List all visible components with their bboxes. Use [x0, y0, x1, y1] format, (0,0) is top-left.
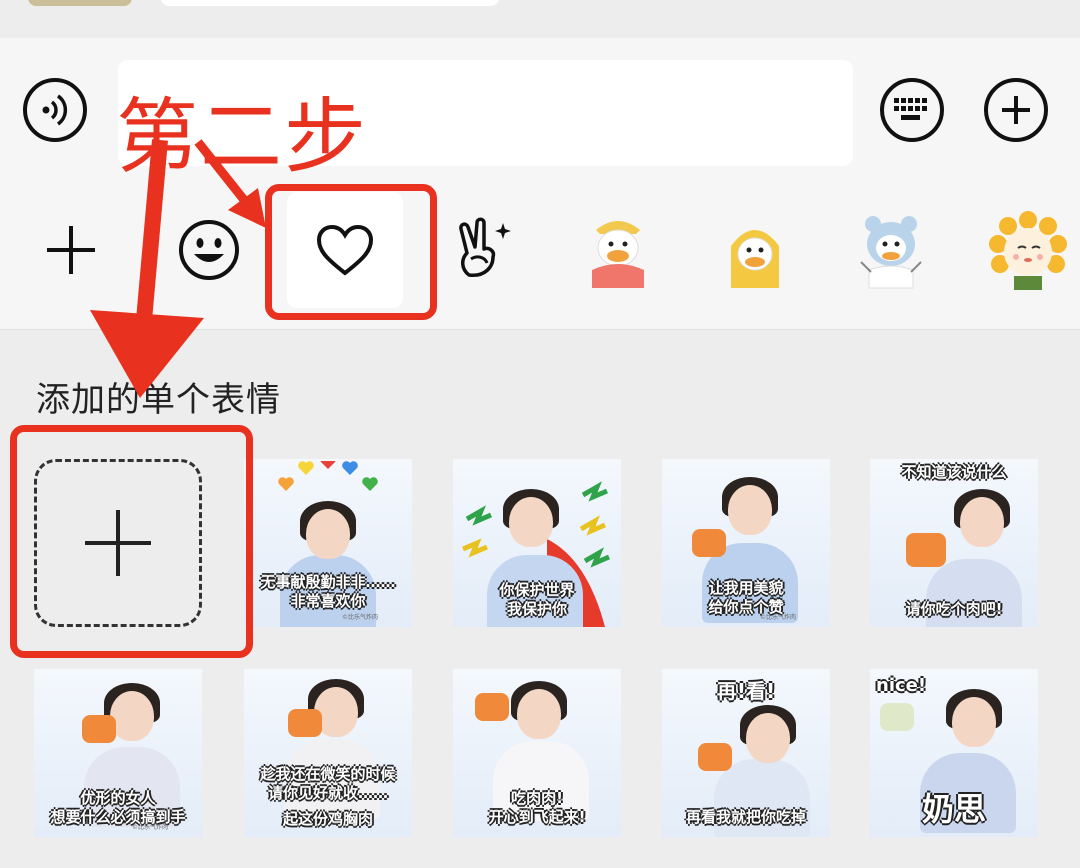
keyboard-icon [894, 98, 927, 120]
hearts-decoration [278, 461, 378, 491]
voice-button[interactable] [23, 78, 87, 142]
sticker-caption: 你保护世界 我保护你 [499, 581, 575, 618]
sticker-watermark: ©比乐气炸肉 [341, 614, 378, 621]
message-bubble[interactable] [160, 0, 500, 6]
plus-icon [47, 226, 95, 274]
tab-duck-pack-2[interactable] [697, 192, 813, 308]
chat-area-edge [0, 0, 1080, 39]
sticker-caption: 优形的女人 想要什么必须搞到手 [50, 789, 186, 826]
tab-emoji[interactable] [151, 192, 267, 308]
sticker-item[interactable]: 趁我还在微笑的时候 请你见好就收…… 起这份鸡胸肉 [244, 669, 412, 837]
victory-hand-icon [459, 217, 511, 277]
sticker-watermark: ©比乐气炸肉 [759, 614, 796, 621]
sticker-caption-bottom: 奶思 [921, 790, 986, 828]
image-message-thumbnail[interactable] [28, 0, 132, 6]
tab-gestures[interactable] [424, 192, 540, 308]
smiley-icon [179, 220, 239, 280]
voice-wave-icon [42, 94, 68, 126]
sticker-item[interactable]: 让我用美貌 给你点个赞 ©比乐气炸肉 [662, 459, 830, 627]
sticker-item[interactable]: 吃肉肉! 开心到飞起来! [453, 669, 621, 837]
section-title: 添加的单个表情 [36, 380, 281, 420]
duck-red-sticker-icon [592, 221, 644, 288]
sticker-caption: nice! [876, 675, 927, 696]
sunflower-sticker-icon [989, 211, 1067, 290]
tab-duck-pack-1[interactable] [560, 192, 676, 308]
sticker-item[interactable]: 优形的女人 想要什么必须搞到手 ©比乐气炸肉 [34, 669, 202, 837]
sticker-caption: 让我用美貌 给你点个赞 [708, 579, 784, 616]
duck-yellow-sticker-icon [731, 230, 779, 288]
annotation-highlight-favorites [265, 184, 437, 320]
sticker-item[interactable]: 再!看! 再看我就把你吃掉 [662, 669, 830, 837]
sticker-watermark: ©比乐气炸肉 [131, 824, 168, 831]
sticker-caption-bottom: 起这份鸡胸肉 [282, 810, 373, 828]
tab-sun-pack[interactable] [970, 192, 1080, 308]
annotation-label: 第二步 [116, 90, 369, 185]
sticker-item[interactable]: nice! 奶思 [870, 669, 1038, 837]
sticker-caption: 不知道该说什么 [901, 463, 1007, 481]
annotation-highlight-add [10, 425, 253, 658]
sticker-caption-bottom: 请你吃个肉吧! [905, 600, 1003, 618]
sticker-caption-bottom: 再看我就把你吃掉 [685, 808, 806, 826]
tab-add-sticker[interactable] [13, 192, 129, 308]
sticker-item[interactable]: 不知道该说什么 请你吃个肉吧! [870, 459, 1038, 627]
keyboard-button[interactable] [880, 78, 944, 142]
duck-hoodie-sticker-icon [860, 216, 922, 289]
sticker-caption: 再!看! [716, 679, 776, 703]
tab-duck-pack-3[interactable] [833, 192, 949, 308]
plus-circle-icon [1002, 96, 1030, 124]
sticker-item[interactable]: 无事献殷勤非非…… 非常喜欢你 ©比乐气炸肉 [244, 459, 412, 627]
more-button[interactable] [984, 78, 1048, 142]
sticker-caption: 吃肉肉! 开心到飞起来! [488, 789, 586, 826]
sticker-caption: 无事献殷勤非非…… 非常喜欢你 [260, 573, 396, 610]
sticker-item[interactable]: 你保护世界 我保护你 [453, 459, 621, 627]
sticker-caption: 趁我还在微笑的时候 请你见好就收…… [260, 765, 396, 802]
